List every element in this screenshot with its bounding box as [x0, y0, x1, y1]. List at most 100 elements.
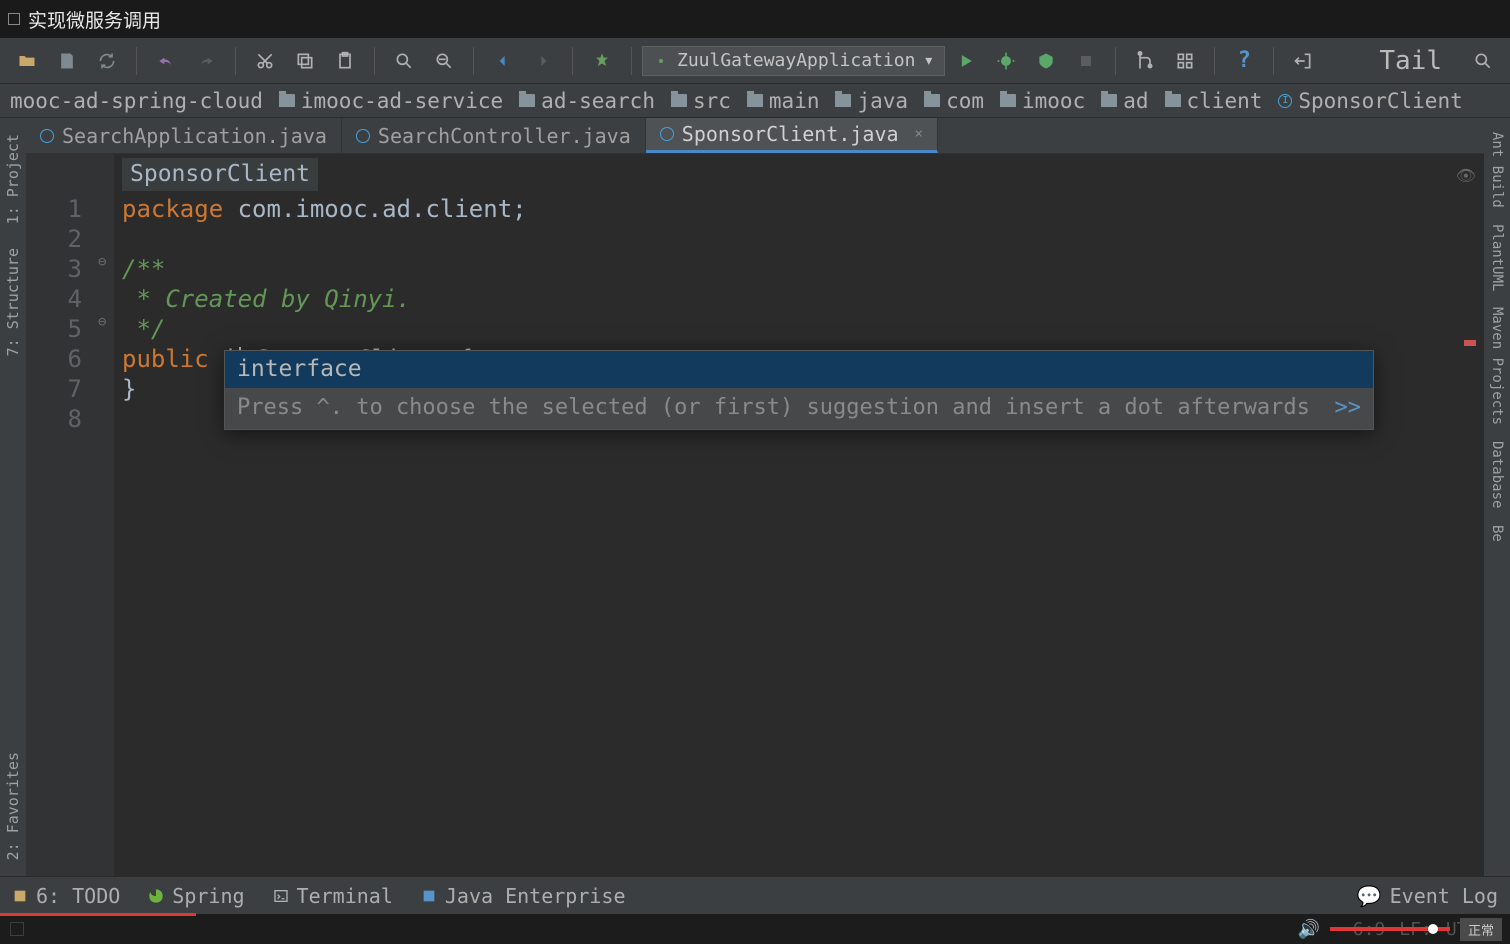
terminal-tool-button[interactable]: Terminal: [273, 884, 393, 908]
code-body[interactable]: SponsorClient package com.imooc.ad.clien…: [114, 154, 1484, 876]
breadcrumb-item[interactable]: imooc: [994, 87, 1091, 115]
code-editor[interactable]: 1 2 3 4 5 6 7 8 ⊖ ⊖ SponsorClient packag…: [26, 154, 1484, 876]
tab-label: SearchApplication.java: [62, 124, 327, 148]
database-tool-button[interactable]: Database: [1489, 435, 1505, 514]
breadcrumb-item[interactable]: src: [665, 87, 737, 115]
stop-icon[interactable]: [1067, 42, 1105, 80]
folder-icon: [835, 94, 851, 107]
breadcrumb-item[interactable]: com: [918, 87, 990, 115]
main-area: 1: Project 7: Structure 2: Favorites Sea…: [0, 118, 1510, 876]
video-speed-badge[interactable]: 正常: [1460, 918, 1502, 941]
folder-icon: [1000, 94, 1016, 107]
plantuml-tool-button[interactable]: PlantUML: [1489, 218, 1505, 297]
copy-icon[interactable]: [286, 42, 324, 80]
autocomplete-hint: Press ^. to choose the selected (or firs…: [225, 388, 1373, 428]
volume-slider[interactable]: [1330, 927, 1450, 931]
favorites-tool-button[interactable]: 2: Favorites: [4, 744, 22, 868]
run-config-label: ZuulGatewayApplication: [677, 50, 915, 71]
open-icon[interactable]: [8, 42, 46, 80]
save-icon[interactable]: [48, 42, 86, 80]
folder-icon: [1165, 94, 1181, 107]
build-icon[interactable]: [583, 42, 621, 80]
bottom-tool-bar: 6: TODO Spring Terminal Java Enterprise …: [0, 876, 1510, 914]
maven-tool-button[interactable]: Maven Projects: [1489, 301, 1505, 431]
undo-icon[interactable]: [147, 42, 185, 80]
search-everywhere-icon[interactable]: [1464, 42, 1502, 80]
project-tool-button[interactable]: 1: Project: [4, 126, 22, 232]
folder-icon: [279, 94, 295, 107]
class-icon: [356, 129, 370, 143]
breadcrumb-item[interactable]: ISponsorClient: [1272, 87, 1468, 115]
line-number-gutter: 1 2 3 4 5 6 7 8: [26, 154, 96, 876]
sync-icon[interactable]: [88, 42, 126, 80]
ant-build-tool-button[interactable]: Ant Build: [1489, 126, 1505, 214]
folder-icon: [747, 94, 763, 107]
breadcrumb: mooc-ad-spring-cloud imooc-ad-service ad…: [0, 84, 1510, 118]
run-icon[interactable]: [947, 42, 985, 80]
interface-icon: I: [1278, 94, 1292, 108]
breadcrumb-item[interactable]: ad: [1095, 87, 1154, 115]
exit-icon[interactable]: [1284, 42, 1322, 80]
folder-icon: [1101, 94, 1117, 107]
debug-icon[interactable]: [987, 42, 1025, 80]
structure-icon[interactable]: [1166, 42, 1204, 80]
editor-area: SearchApplication.java SearchController.…: [26, 118, 1484, 876]
breadcrumb-item[interactable]: java: [829, 87, 914, 115]
inspection-eye-icon[interactable]: 👁: [1456, 166, 1476, 186]
back-icon[interactable]: [484, 42, 522, 80]
folder-icon: [671, 94, 687, 107]
video-progress-bar[interactable]: [0, 913, 196, 916]
main-toolbar: ZuulGatewayApplication ▾ ? Tail: [0, 38, 1510, 84]
interface-icon: [660, 127, 674, 141]
editor-tab[interactable]: SponsorClient.java ×: [646, 118, 938, 153]
fold-gutter: ⊖ ⊖: [96, 154, 114, 876]
video-player-controls: 🔊 正常: [0, 914, 1510, 944]
window-icon: [8, 13, 20, 25]
help-icon[interactable]: ?: [1225, 42, 1263, 80]
autocomplete-more-link[interactable]: >>: [1335, 394, 1362, 422]
folder-icon: [924, 94, 940, 107]
breadcrumb-item[interactable]: main: [741, 87, 826, 115]
left-tool-rail: 1: Project 7: Structure 2: Favorites: [0, 118, 26, 876]
window-title: 实现微服务调用: [28, 6, 161, 33]
coverage-icon[interactable]: [1027, 42, 1065, 80]
editor-tabs: SearchApplication.java SearchController.…: [26, 118, 1484, 154]
run-configuration-selector[interactable]: ZuulGatewayApplication ▾: [642, 46, 945, 76]
event-log-button[interactable]: 💬 Event Log: [1357, 884, 1498, 908]
class-icon: [40, 129, 54, 143]
tab-label: SponsorClient.java: [682, 122, 899, 146]
volume-icon[interactable]: 🔊: [1298, 919, 1320, 940]
fold-marker-icon[interactable]: ⊖: [98, 314, 106, 332]
tail-label: Tail: [1359, 46, 1462, 76]
chevron-down-icon: ▾: [923, 50, 934, 71]
close-tab-icon[interactable]: ×: [915, 126, 923, 142]
forward-icon[interactable]: [524, 42, 562, 80]
speech-bubble-icon: 💬: [1357, 884, 1382, 908]
editor-tab[interactable]: SearchController.java: [342, 118, 646, 153]
vcs-icon[interactable]: [1126, 42, 1164, 80]
redo-icon[interactable]: [187, 42, 225, 80]
breadcrumb-item[interactable]: mooc-ad-spring-cloud: [4, 87, 269, 115]
right-tool-rail: Ant Build PlantUML Maven Projects Databa…: [1484, 118, 1510, 876]
error-stripe-marker[interactable]: [1464, 340, 1476, 346]
bean-tool-button[interactable]: Be: [1489, 519, 1505, 548]
paste-icon[interactable]: [326, 42, 364, 80]
window-title-bar: 实现微服务调用: [0, 0, 1510, 38]
java-ee-tool-button[interactable]: Java Enterprise: [421, 884, 626, 908]
breadcrumb-item[interactable]: client: [1159, 87, 1269, 115]
fold-marker-icon[interactable]: ⊖: [98, 254, 106, 272]
spring-tool-button[interactable]: Spring: [148, 884, 244, 908]
folder-icon: [519, 94, 535, 107]
breadcrumb-item[interactable]: imooc-ad-service: [273, 87, 509, 115]
todo-tool-button[interactable]: 6: TODO: [12, 884, 120, 908]
autocomplete-popup: interface Press ^. to choose the selecte…: [224, 350, 1374, 430]
replace-icon[interactable]: [425, 42, 463, 80]
cut-icon[interactable]: [246, 42, 284, 80]
context-class-label: SponsorClient: [122, 158, 318, 191]
tab-label: SearchController.java: [378, 124, 631, 148]
autocomplete-item[interactable]: interface: [225, 351, 1373, 388]
find-icon[interactable]: [385, 42, 423, 80]
structure-tool-button[interactable]: 7: Structure: [4, 240, 22, 364]
editor-tab[interactable]: SearchApplication.java: [26, 118, 342, 153]
breadcrumb-item[interactable]: ad-search: [513, 87, 661, 115]
